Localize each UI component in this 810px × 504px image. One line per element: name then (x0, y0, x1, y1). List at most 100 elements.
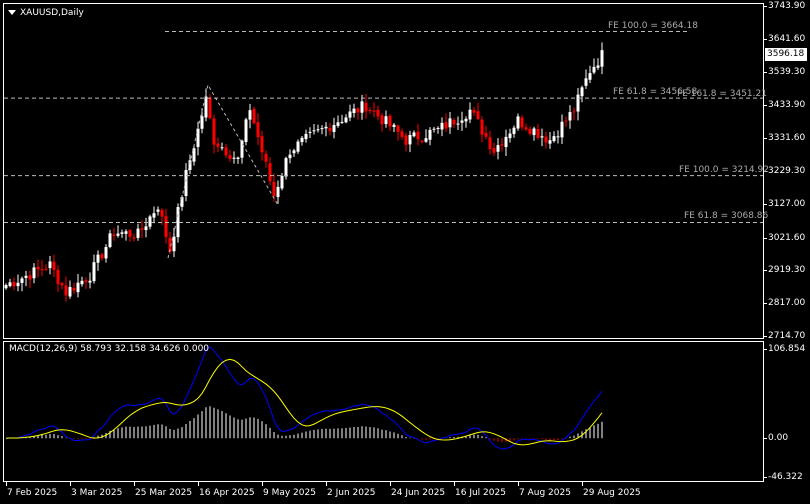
bull-candle (196, 128, 200, 147)
bull-candle (296, 141, 300, 152)
bull-candle (548, 140, 552, 144)
bear-candle (572, 111, 576, 113)
bull-candle (576, 94, 580, 112)
bear-candle (492, 148, 496, 153)
macd-axis-tick (764, 477, 767, 478)
bull-candle (432, 128, 436, 130)
price-axis-tick (764, 203, 767, 205)
bull-candle (448, 118, 452, 128)
bull-candle (144, 226, 148, 231)
bull-candle (428, 129, 432, 140)
bull-candle (20, 278, 24, 284)
bear-candle (404, 135, 408, 145)
dropdown-triangle-icon[interactable] (8, 10, 16, 15)
bull-candle (592, 66, 596, 73)
bull-candle (324, 126, 328, 129)
date-axis-tick (390, 482, 391, 486)
bull-candle (348, 111, 352, 118)
bear-candle (472, 110, 476, 113)
bull-candle (80, 280, 84, 285)
bear-candle (128, 230, 132, 237)
bull-candle (284, 158, 288, 177)
date-axis-label: 9 May 2025 (263, 488, 316, 498)
fibo-label-161: FE 161.8 = 3451.21 (677, 88, 767, 99)
symbol-title[interactable]: XAUUSD,Daily (8, 8, 84, 18)
date-axis-label: 25 Mar 2025 (135, 488, 193, 498)
bull-candle (460, 120, 464, 123)
bull-candle (332, 124, 336, 132)
bull-candle (104, 247, 108, 259)
bull-candle (424, 138, 428, 142)
date-axis-tick (262, 482, 263, 486)
bear-candle (252, 108, 256, 124)
bull-candle (392, 124, 396, 127)
chart-window[interactable]: XAUUSD,Daily MACD(12,26,9) 58.793 32.158… (0, 0, 810, 504)
bull-candle (568, 112, 572, 121)
bull-candle (436, 127, 440, 129)
bull-candle (240, 140, 244, 158)
bull-candle (120, 232, 124, 234)
date-axis-label: 16 Jul 2025 (455, 488, 506, 498)
date-axis-tick (6, 482, 7, 486)
bull-candle (76, 282, 80, 293)
bull-candle (124, 231, 128, 234)
price-axis-tick (764, 71, 767, 73)
date-axis-tick (518, 482, 519, 486)
bull-candle (312, 130, 316, 132)
bear-candle (380, 115, 384, 125)
bear-candle (28, 275, 32, 280)
date-axis-label: 3 Mar 2025 (71, 488, 123, 498)
bull-candle (232, 157, 236, 159)
price-axis-tick (764, 138, 767, 140)
bear-candle (256, 122, 260, 138)
price-axis-label: 3539.30 (768, 66, 806, 77)
bull-candle (596, 65, 600, 68)
bear-candle (388, 115, 392, 127)
price-axis-label: 3229.30 (768, 166, 806, 176)
bull-candle (116, 233, 120, 236)
bull-candle (560, 121, 564, 138)
price-axis-tick (764, 38, 767, 40)
bear-candle (112, 234, 116, 237)
bull-candle (336, 122, 340, 126)
bull-candle (556, 136, 560, 138)
bull-candle (588, 73, 592, 80)
date-axis-tick (134, 482, 135, 486)
bull-candle (540, 136, 544, 138)
bull-candle (308, 131, 312, 133)
bull-candle (340, 121, 344, 123)
bear-candle (536, 129, 540, 138)
date-axis-tick (454, 482, 455, 486)
bear-candle (228, 155, 232, 160)
bull-candle (244, 119, 248, 142)
bear-candle (484, 133, 488, 137)
bull-candle (412, 132, 416, 137)
bear-candle (12, 282, 16, 287)
bull-candle (292, 150, 296, 154)
bull-candle (280, 175, 284, 189)
bear-candle (260, 136, 264, 153)
price-axis-label: 2817.00 (768, 298, 806, 309)
chart-canvas (4, 31, 763, 450)
bull-candle (320, 128, 324, 130)
bull-candle (468, 109, 472, 120)
bear-candle (444, 122, 448, 129)
date-axis-tick (70, 482, 71, 486)
price-axis-label: 3743.90 (768, 1, 806, 11)
bear-candle (264, 153, 268, 162)
bull-candle (68, 286, 72, 297)
price-axis-tick (764, 303, 767, 305)
price-axis-label: 3127.00 (768, 198, 806, 209)
fibo-label-61-lower: FE 61.8 = 3068.86 (684, 211, 769, 222)
bear-candle (376, 109, 380, 117)
bull-candle (16, 282, 20, 287)
price-axis-tick (764, 6, 767, 7)
bear-candle (372, 110, 376, 112)
bull-candle (580, 87, 584, 97)
bull-candle (504, 136, 508, 148)
price-axis-label: 3021.60 (768, 232, 806, 243)
bear-candle (60, 283, 64, 286)
macd-indicator-label: MACD(12,26,9) 58.793 32.158 34.626 0.000 (9, 344, 210, 354)
price-axis-label: 2919.30 (768, 265, 806, 276)
bull-candle (344, 117, 348, 123)
